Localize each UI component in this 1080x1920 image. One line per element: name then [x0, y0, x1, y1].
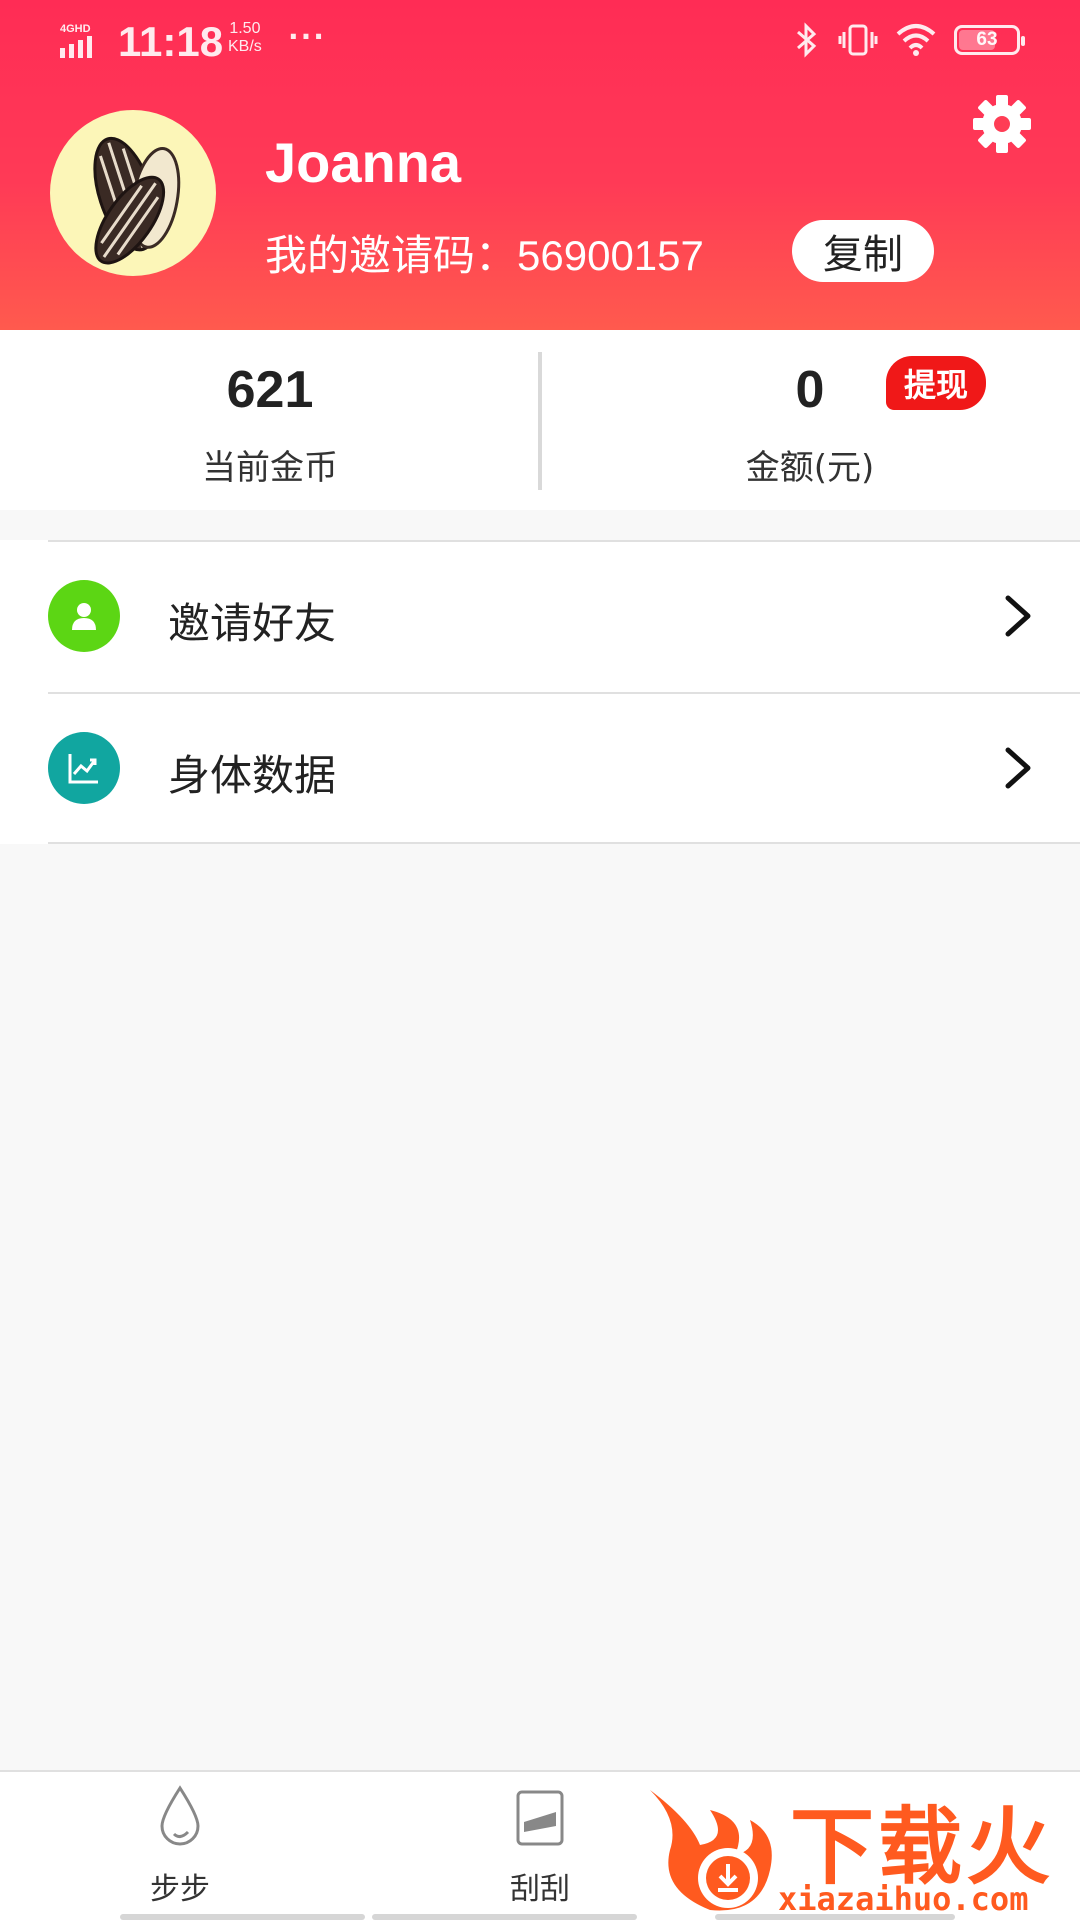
menu-item-body-data[interactable]: 身体数据	[0, 692, 1080, 844]
withdraw-badge[interactable]: 提现	[886, 356, 986, 410]
nav-indicator	[372, 1914, 637, 1920]
person-icon	[48, 580, 120, 652]
username: Joanna	[265, 131, 462, 194]
chevron-right-icon	[1005, 595, 1031, 637]
scratch-card-icon	[516, 1790, 564, 1846]
coins-stat[interactable]: 621 当前金币	[0, 330, 540, 510]
drop-icon	[160, 1785, 200, 1846]
divider	[48, 540, 1080, 542]
nav-item-label: 刮刮	[510, 1872, 570, 1907]
sunflower-seeds-avatar	[93, 136, 181, 265]
battery-level: 63	[976, 29, 998, 50]
speed-value: 1.50	[229, 20, 261, 37]
divider	[48, 692, 1080, 694]
profile-header: 4GHD 11:18 1.50 KB/s ··· 63 Joanna 我的邀请码…	[0, 0, 1080, 330]
divider	[48, 842, 1080, 844]
chart-icon	[48, 732, 120, 804]
chevron-right-icon	[1005, 747, 1031, 789]
network-type: 4GHD	[60, 23, 91, 35]
copy-button[interactable]: 复制	[792, 220, 934, 282]
invite-code-line: 我的邀请码：56900157	[265, 222, 704, 283]
status-bar: 4GHD 11:18 1.50 KB/s ··· 63	[0, 0, 1080, 86]
network-speed: 1.50 KB/s	[228, 20, 262, 56]
amount-label: 金额(元)	[745, 448, 875, 488]
nav-item-scratch[interactable]: 刮刮	[440, 1782, 640, 1908]
menu-item-invite-friends[interactable]: 邀请好友	[0, 540, 1080, 692]
menu-item-label: 邀请好友	[168, 599, 337, 648]
wifi-icon	[896, 24, 936, 56]
more-notifications-icon: ···	[288, 20, 326, 53]
flame-logo-icon	[650, 1790, 772, 1911]
gear-icon	[973, 95, 1031, 153]
nav-item-label: 步步	[150, 1872, 210, 1907]
amount-value: 0	[795, 361, 825, 419]
watermark-logo: 下载火 xiazaihuo.com	[640, 1780, 1080, 1920]
invite-code-label: 我的邀请码：	[265, 231, 518, 280]
battery-icon: 63	[954, 25, 1025, 55]
status-time: 11:18	[118, 18, 224, 65]
amount-stat[interactable]: 0 金额(元)	[540, 330, 1080, 510]
menu-item-label: 身体数据	[168, 751, 337, 800]
invite-code-value: 56900157	[517, 232, 704, 279]
vibrate-icon	[838, 24, 878, 56]
coins-label: 当前金币	[202, 448, 338, 488]
settings-button[interactable]	[970, 92, 1034, 156]
coins-value: 621	[226, 361, 314, 419]
status-right: 63	[794, 22, 1025, 58]
watermark-url: xiazaihuo.com	[778, 1880, 1029, 1918]
avatar[interactable]	[50, 110, 216, 276]
nav-item-steps[interactable]: 步步	[80, 1782, 280, 1908]
speed-unit: KB/s	[228, 38, 262, 55]
bluetooth-icon	[797, 22, 817, 58]
menu-list: 邀请好友 身体数据	[0, 540, 1080, 844]
signal-icon: 4GHD	[60, 22, 112, 64]
nav-indicator	[120, 1914, 365, 1920]
